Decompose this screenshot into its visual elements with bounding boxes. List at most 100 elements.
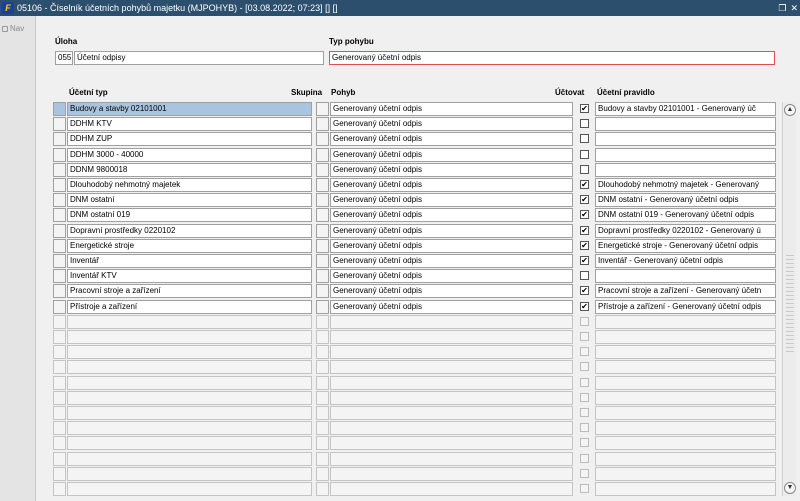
- ucetni-pravidlo-cell[interactable]: [595, 148, 776, 162]
- uctovat-checkbox[interactable]: [580, 362, 589, 371]
- pohyb-cell[interactable]: [330, 345, 573, 359]
- pohyb-cell[interactable]: [330, 376, 573, 390]
- ucetni-pravidlo-cell[interactable]: [595, 360, 776, 374]
- row-selector[interactable]: [53, 117, 66, 131]
- uctovat-checkbox[interactable]: [580, 347, 589, 356]
- ucetni-pravidlo-cell[interactable]: [595, 330, 776, 344]
- skupina-cell[interactable]: [316, 421, 329, 435]
- ucetni-typ-cell[interactable]: DNM ostatní: [67, 193, 312, 207]
- uctovat-checkbox[interactable]: [580, 408, 589, 417]
- skupina-cell[interactable]: [316, 391, 329, 405]
- skupina-cell[interactable]: [316, 102, 329, 116]
- ucetni-pravidlo-cell[interactable]: [595, 345, 776, 359]
- pohyb-cell[interactable]: Generovaný účetní odpis: [330, 284, 573, 298]
- pohyb-cell[interactable]: [330, 360, 573, 374]
- pohyb-cell[interactable]: [330, 330, 573, 344]
- uloha-code-field[interactable]: 055: [55, 51, 73, 65]
- ucetni-pravidlo-cell[interactable]: [595, 452, 776, 466]
- table-row[interactable]: [53, 482, 796, 497]
- ucetni-typ-cell[interactable]: DDHM KTV: [67, 117, 312, 131]
- pohyb-cell[interactable]: Generovaný účetní odpis: [330, 102, 573, 116]
- row-selector[interactable]: [53, 391, 66, 405]
- table-row[interactable]: Pracovní stroje a zařízení Generovaný úče…: [53, 284, 796, 299]
- scroll-up-icon[interactable]: ▲: [784, 104, 796, 116]
- table-row[interactable]: [53, 360, 796, 375]
- ucetni-typ-cell[interactable]: [67, 406, 312, 420]
- ucetni-pravidlo-cell[interactable]: Energetické stroje - Generovaný účetní o…: [595, 239, 776, 253]
- ucetni-pravidlo-cell[interactable]: [595, 391, 776, 405]
- row-selector[interactable]: [53, 163, 66, 177]
- row-selector[interactable]: [53, 467, 66, 481]
- pohyb-cell[interactable]: Generovaný účetní odpis: [330, 132, 573, 146]
- pohyb-cell[interactable]: Generovaný účetní odpis: [330, 208, 573, 222]
- ucetni-typ-cell[interactable]: [67, 436, 312, 450]
- ucetni-typ-cell[interactable]: Energetické stroje: [67, 239, 312, 253]
- row-selector[interactable]: [53, 300, 66, 314]
- table-row[interactable]: [53, 421, 796, 436]
- table-row[interactable]: DNM ostatní Generovaný účetní odpis ✔ DNM o…: [53, 193, 796, 208]
- ucetni-typ-cell[interactable]: Budovy a stavby 02101001: [67, 102, 312, 116]
- ucetni-typ-cell[interactable]: [67, 482, 312, 496]
- uctovat-checkbox[interactable]: [580, 134, 589, 143]
- pohyb-cell[interactable]: Generovaný účetní odpis: [330, 148, 573, 162]
- skupina-cell[interactable]: [316, 436, 329, 450]
- skupina-cell[interactable]: [316, 482, 329, 496]
- table-row[interactable]: [53, 315, 796, 330]
- restore-window-icon[interactable]: ❐: [778, 3, 786, 14]
- pohyb-cell[interactable]: [330, 391, 573, 405]
- skupina-cell[interactable]: [316, 254, 329, 268]
- pohyb-cell[interactable]: [330, 406, 573, 420]
- skupina-cell[interactable]: [316, 330, 329, 344]
- ucetni-pravidlo-cell[interactable]: DNM ostatní - Generovaný účetní odpis: [595, 193, 776, 207]
- ucetni-pravidlo-cell[interactable]: DNM ostatní 019 - Generovaný účetní odpi…: [595, 208, 776, 222]
- ucetni-pravidlo-cell[interactable]: [595, 117, 776, 131]
- pohyb-cell[interactable]: Generovaný účetní odpis: [330, 224, 573, 238]
- uloha-name-field[interactable]: Účetní odpisy: [74, 51, 324, 65]
- pohyb-cell[interactable]: [330, 421, 573, 435]
- row-selector[interactable]: [53, 376, 66, 390]
- row-selector[interactable]: [53, 102, 66, 116]
- ucetni-pravidlo-cell[interactable]: [595, 406, 776, 420]
- uctovat-checkbox[interactable]: ✔: [580, 286, 589, 295]
- table-row[interactable]: [53, 452, 796, 467]
- ucetni-pravidlo-cell[interactable]: Dopravní prostředky 0220102 - Generovaný…: [595, 224, 776, 238]
- pohyb-cell[interactable]: [330, 452, 573, 466]
- uctovat-checkbox[interactable]: ✔: [580, 104, 589, 113]
- skupina-cell[interactable]: [316, 300, 329, 314]
- table-row[interactable]: [53, 391, 796, 406]
- row-selector[interactable]: [53, 406, 66, 420]
- row-selector[interactable]: [53, 193, 66, 207]
- row-selector[interactable]: [53, 436, 66, 450]
- skupina-cell[interactable]: [316, 193, 329, 207]
- ucetni-typ-cell[interactable]: Dlouhodobý nehmotný majetek: [67, 178, 312, 192]
- uctovat-checkbox[interactable]: [580, 317, 589, 326]
- skupina-cell[interactable]: [316, 132, 329, 146]
- table-row[interactable]: DDHM 3000 - 40000 Generovaný účetní odpis: [53, 148, 796, 163]
- ucetni-pravidlo-cell[interactable]: [595, 163, 776, 177]
- ucetni-typ-cell[interactable]: Inventář KTV: [67, 269, 312, 283]
- ucetni-typ-cell[interactable]: [67, 421, 312, 435]
- skupina-cell[interactable]: [316, 406, 329, 420]
- pohyb-cell[interactable]: Generovaný účetní odpis: [330, 300, 573, 314]
- table-row[interactable]: [53, 436, 796, 451]
- uctovat-checkbox[interactable]: ✔: [580, 210, 589, 219]
- row-selector[interactable]: [53, 239, 66, 253]
- uctovat-checkbox[interactable]: [580, 454, 589, 463]
- ucetni-pravidlo-cell[interactable]: [595, 421, 776, 435]
- uctovat-checkbox[interactable]: ✔: [580, 180, 589, 189]
- skupina-cell[interactable]: [316, 360, 329, 374]
- table-row[interactable]: [53, 330, 796, 345]
- uctovat-checkbox[interactable]: [580, 438, 589, 447]
- skupina-cell[interactable]: [316, 224, 329, 238]
- skupina-cell[interactable]: [316, 208, 329, 222]
- table-row[interactable]: Budovy a stavby 02101001 Generovaný účetn…: [53, 102, 796, 117]
- uctovat-checkbox[interactable]: [580, 484, 589, 493]
- pohyb-cell[interactable]: [330, 482, 573, 496]
- row-selector[interactable]: [53, 208, 66, 222]
- nav-button[interactable]: Nav: [2, 24, 24, 33]
- uctovat-checkbox[interactable]: [580, 393, 589, 402]
- ucetni-pravidlo-cell[interactable]: [595, 315, 776, 329]
- skupina-cell[interactable]: [316, 452, 329, 466]
- ucetni-pravidlo-cell[interactable]: [595, 482, 776, 496]
- pohyb-cell[interactable]: Generovaný účetní odpis: [330, 178, 573, 192]
